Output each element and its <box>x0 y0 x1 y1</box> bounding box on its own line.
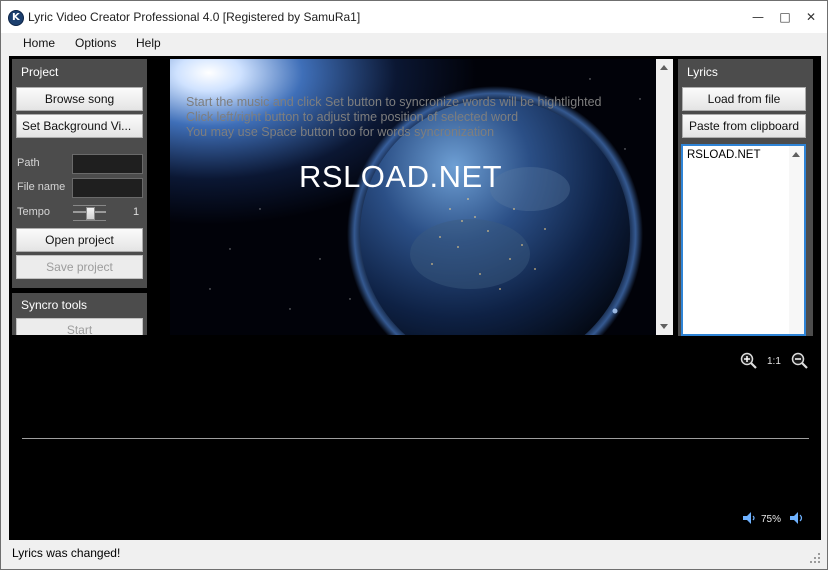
syncro-tools-title: Syncro tools <box>21 298 88 312</box>
zoom-out-icon[interactable] <box>791 352 809 370</box>
load-from-file-button[interactable]: Load from file <box>682 87 806 111</box>
volume-down-icon[interactable] <box>741 510 757 526</box>
tempo-slider-thumb[interactable] <box>86 207 95 220</box>
lyrics-textarea[interactable]: RSLOAD.NET <box>681 144 806 336</box>
path-field[interactable] <box>72 154 143 174</box>
status-text: Lyrics was changed! <box>12 546 121 560</box>
zoom-ratio-label: 1:1 <box>767 356 781 367</box>
syncro-tools-panel: Syncro tools Start <box>12 293 147 335</box>
window-title: Lyric Video Creator Professional 4.0 [Re… <box>28 10 361 24</box>
set-background-video-button[interactable]: Set Background Vi... <box>16 114 143 138</box>
start-button[interactable]: Start <box>16 318 143 335</box>
timeline-panel[interactable] <box>13 341 818 537</box>
preview-scrollbar[interactable] <box>656 59 673 335</box>
zoom-in-icon[interactable] <box>740 352 758 370</box>
lyrics-scrollbar[interactable] <box>789 146 804 334</box>
save-project-button[interactable]: Save project <box>16 255 143 279</box>
scroll-up-icon[interactable] <box>660 65 668 70</box>
maximize-icon[interactable]: □ <box>772 7 798 27</box>
timeline-track <box>22 438 809 439</box>
menu-bar: Home Options Help <box>1 33 827 55</box>
app-window: Lyric Video Creator Professional 4.0 [Re… <box>0 0 828 570</box>
hint-line-1: Start the music and click Set button to … <box>186 95 602 109</box>
lyrics-scroll-up-icon[interactable] <box>792 152 800 157</box>
lyrics-text: RSLOAD.NET <box>687 149 761 161</box>
hint-line-2: Click left/right button to adjust time p… <box>186 110 519 124</box>
volume-label: 75% <box>761 514 782 525</box>
resize-grip-icon[interactable] <box>809 552 821 564</box>
scroll-down-icon[interactable] <box>660 324 668 329</box>
tempo-value: 1 <box>133 206 140 218</box>
menu-options[interactable]: Options <box>75 36 116 50</box>
browse-song-button[interactable]: Browse song <box>16 87 143 111</box>
file-name-label: File name <box>17 181 66 193</box>
close-icon[interactable]: ✕ <box>798 7 824 27</box>
paste-from-clipboard-button[interactable]: Paste from clipboard <box>682 114 806 138</box>
menu-help[interactable]: Help <box>136 36 161 50</box>
path-label: Path <box>17 157 40 169</box>
tempo-label: Tempo <box>17 206 51 218</box>
tempo-tick-top <box>73 205 106 206</box>
minimize-icon[interactable]: — <box>745 7 771 27</box>
status-bar: Lyrics was changed! <box>1 542 827 569</box>
preview-watermark-text: RSLOAD.NET <box>299 159 503 194</box>
menu-home[interactable]: Home <box>23 36 55 50</box>
app-logo-icon <box>8 10 24 26</box>
project-panel-title: Project <box>21 65 59 79</box>
file-name-field[interactable] <box>72 178 143 198</box>
tempo-tick-bottom <box>73 220 106 221</box>
lyrics-panel-title: Lyrics <box>687 65 718 79</box>
open-project-button[interactable]: Open project <box>16 228 143 252</box>
hint-line-3: You may use Space button too for words s… <box>186 125 495 139</box>
title-bar: Lyric Video Creator Professional 4.0 [Re… <box>1 1 827 33</box>
volume-up-icon[interactable] <box>788 510 804 526</box>
